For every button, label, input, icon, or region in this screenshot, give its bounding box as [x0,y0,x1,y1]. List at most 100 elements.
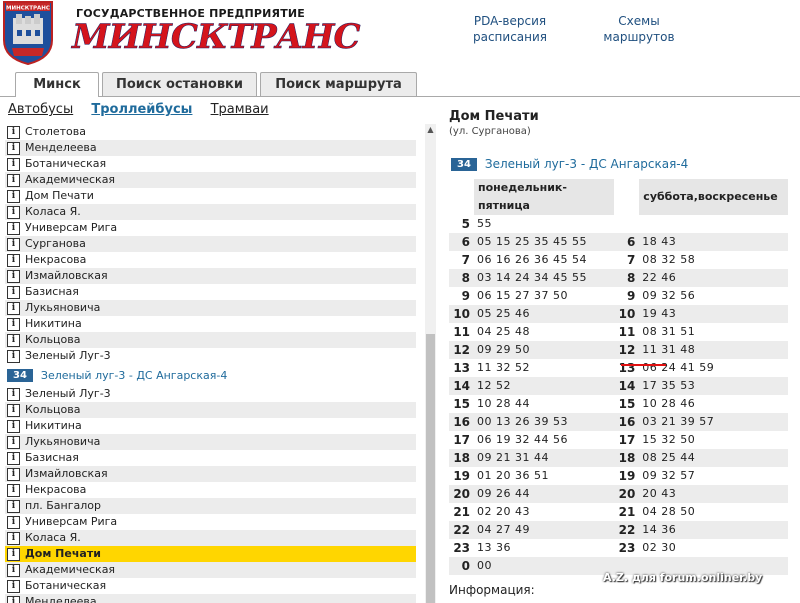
list-item[interactable]: i Кольцова [5,332,416,348]
route-number-badge[interactable]: 34 [7,368,33,382]
list-item[interactable]: i Некрасова [5,482,416,498]
scroll-thumb[interactable] [426,334,435,603]
list-item[interactable]: i Лукьяновича [5,434,416,450]
list-item[interactable]: i Универсам Рига [5,514,416,530]
tab-stop-search[interactable]: Поиск остановки [102,72,257,96]
info-icon[interactable]: i [7,435,20,449]
stop-name[interactable]: Ботаническая [25,156,106,172]
list-item[interactable]: i Коласа Я. [5,204,416,220]
stop-name[interactable]: Лукьяновича [25,300,100,316]
stop-name[interactable]: Лукьяновича [25,434,100,450]
tab-route-search[interactable]: Поиск маршрута [260,72,417,96]
info-icon[interactable]: i [7,173,20,187]
info-icon[interactable]: i [7,237,20,251]
stop-list-scrollbar[interactable]: ▲ [425,124,436,603]
stop-name[interactable]: Базисная [25,450,79,466]
list-item[interactable]: i Менделеева [5,594,416,603]
stop-name[interactable]: Дом Печати [25,188,94,204]
stop-name[interactable]: Никитина [25,418,82,434]
minsktrans-logo-icon[interactable]: МИНСКТРАНС [2,0,54,66]
list-item[interactable]: i Измайловская [5,466,416,482]
stop-name[interactable]: Некрасова [25,482,86,498]
list-item[interactable]: i Базисная [5,284,416,300]
list-item[interactable]: i Менделеева [5,140,416,156]
stop-name[interactable]: Зеленый Луг-3 [25,348,111,364]
info-icon[interactable]: i [7,125,20,139]
info-icon[interactable]: i [7,333,20,347]
list-item[interactable]: i Зеленый Луг-3 [5,348,416,364]
stop-name[interactable]: Дом Печати [25,546,101,562]
list-item[interactable]: i Никитина [5,316,416,332]
info-icon[interactable]: i [7,221,20,235]
buses-link[interactable]: Автобусы [8,102,73,117]
stop-name[interactable]: Базисная [25,284,79,300]
list-item[interactable]: i Ботаническая [5,578,416,594]
info-icon[interactable]: i [7,387,20,401]
list-item[interactable]: i Универсам Рига [5,220,416,236]
trams-link[interactable]: Трамваи [211,102,269,117]
info-icon[interactable]: i [7,205,20,219]
stop-name[interactable]: Менделеева [25,140,97,156]
info-icon[interactable]: i [7,141,20,155]
stop-name[interactable]: Измайловская [25,268,108,284]
pda-link-line2[interactable]: расписания [470,29,550,45]
list-item[interactable]: i Дом Печати [5,188,416,204]
pda-link-line1[interactable]: PDA-версия [470,13,550,29]
stop-name[interactable]: Универсам Рига [25,220,117,236]
stop-name[interactable]: Ботаническая [25,578,106,594]
stop-name[interactable]: Коласа Я. [25,530,81,546]
maps-link-line2[interactable]: маршрутов [596,29,682,45]
info-icon[interactable]: i [7,349,20,363]
stop-name[interactable]: Некрасова [25,252,86,268]
list-item[interactable]: i Базисная [5,450,416,466]
list-item[interactable]: i Коласа Я. [5,530,416,546]
info-icon[interactable]: i [7,595,20,603]
route-name-link[interactable]: Зеленый луг-3 - ДС Ангарская-4 [41,369,227,382]
maps-link-line1[interactable]: Схемы [596,13,682,29]
info-icon[interactable]: i [7,499,20,513]
info-icon[interactable]: i [7,419,20,433]
list-item[interactable]: i Измайловская [5,268,416,284]
list-item[interactable]: i Академическая [5,172,416,188]
list-item[interactable]: i Зеленый Луг-3 [5,386,416,402]
info-icon[interactable]: i [7,403,20,417]
info-icon[interactable]: i [7,269,20,283]
info-icon[interactable]: i [7,189,20,203]
info-icon[interactable]: i [7,317,20,331]
info-icon[interactable]: i [7,301,20,315]
list-item[interactable]: i пл. Бангалор [5,498,416,514]
stop-name[interactable]: Универсам Рига [25,514,117,530]
trolleybuses-link[interactable]: Троллейбусы [91,102,192,117]
info-icon[interactable]: i [7,515,20,529]
stop-name[interactable]: Кольцова [25,332,81,348]
stop-name[interactable]: Зеленый Луг-3 [25,386,111,402]
stop-name[interactable]: Коласа Я. [25,204,81,220]
stop-name[interactable]: Никитина [25,316,82,332]
scroll-up-arrow-icon[interactable]: ▲ [425,124,436,136]
list-item[interactable]: i Некрасова [5,252,416,268]
list-item[interactable]: i Академическая [5,562,416,578]
info-icon[interactable]: i [7,285,20,299]
stop-name[interactable]: Столетова [25,124,86,140]
list-item[interactable]: i Кольцова [5,402,416,418]
list-item[interactable]: i Ботаническая [5,156,416,172]
info-icon[interactable]: i [7,253,20,267]
info-icon[interactable]: i [7,467,20,481]
info-icon[interactable]: i [7,483,20,497]
route-name-link[interactable]: Зеленый луг-3 - ДС Ангарская-4 [485,157,688,171]
list-item[interactable]: i Никитина [5,418,416,434]
list-item[interactable]: i Лукьяновича [5,300,416,316]
info-icon[interactable]: i [7,563,20,577]
list-item[interactable]: i Сурганова [5,236,416,252]
list-item[interactable]: i Столетова [5,124,416,140]
route-number-badge[interactable]: 34 [451,157,477,171]
info-icon[interactable]: i [7,531,20,545]
tab-minsk[interactable]: Минск [15,72,99,97]
stop-name[interactable]: Менделеева [25,594,97,603]
route-maps-link[interactable]: Схемы маршрутов [596,13,682,45]
info-icon[interactable]: i [7,579,20,593]
info-icon[interactable]: i [7,547,20,561]
stop-name[interactable]: Кольцова [25,402,81,418]
list-item[interactable]: i Дом Печати [5,546,416,562]
info-icon[interactable]: i [7,157,20,171]
